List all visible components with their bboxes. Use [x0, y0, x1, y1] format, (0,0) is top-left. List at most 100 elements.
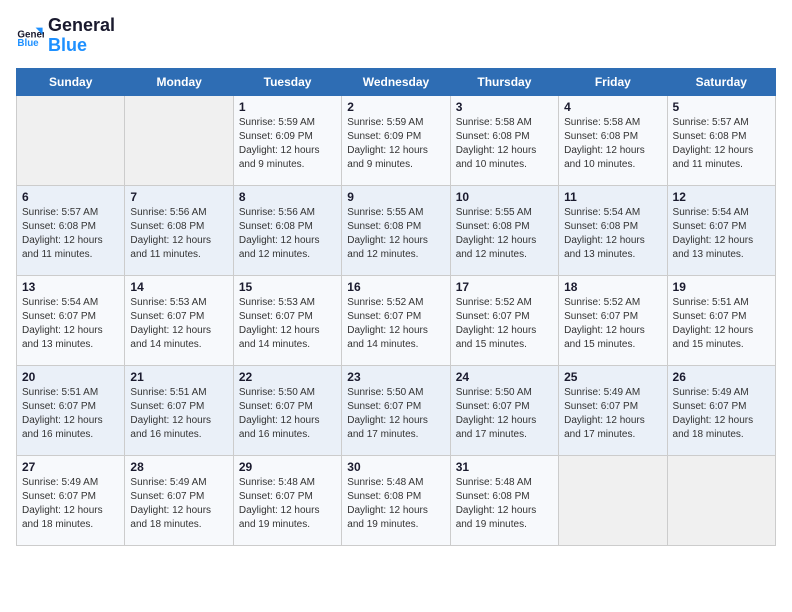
day-number: 15 [239, 280, 336, 294]
day-info: Sunrise: 5:52 AM Sunset: 6:07 PM Dayligh… [564, 296, 661, 352]
day-number: 21 [130, 370, 227, 384]
day-number: 24 [456, 370, 553, 384]
day-info: Sunrise: 5:50 AM Sunset: 6:07 PM Dayligh… [347, 386, 444, 442]
logo-text: General Blue [48, 16, 115, 56]
day-info: Sunrise: 5:51 AM Sunset: 6:07 PM Dayligh… [673, 296, 770, 352]
day-number: 1 [239, 100, 336, 114]
day-number: 14 [130, 280, 227, 294]
day-info: Sunrise: 5:48 AM Sunset: 6:08 PM Dayligh… [347, 476, 444, 532]
day-info: Sunrise: 5:49 AM Sunset: 6:07 PM Dayligh… [673, 386, 770, 442]
calendar-cell: 10 Sunrise: 5:55 AM Sunset: 6:08 PM Dayli… [450, 185, 558, 275]
calendar-cell: 8Sunrise: 5:56 AM Sunset: 6:08 PM Daylig… [233, 185, 341, 275]
day-number: 3 [456, 100, 553, 114]
day-number: 23 [347, 370, 444, 384]
calendar-cell: 9Sunrise: 5:55 AM Sunset: 6:08 PM Daylig… [342, 185, 450, 275]
calendar-week: 20Sunrise: 5:51 AM Sunset: 6:07 PM Dayli… [17, 365, 776, 455]
day-info: Sunrise: 5:51 AM Sunset: 6:07 PM Dayligh… [22, 386, 119, 442]
calendar-cell: 11Sunrise: 5:54 AM Sunset: 6:08 PM Dayli… [559, 185, 667, 275]
calendar-cell: 17 Sunrise: 5:52 AM Sunset: 6:07 PM Dayli… [450, 275, 558, 365]
day-info: Sunrise: 5:57 AM Sunset: 6:08 PM Dayligh… [22, 206, 119, 262]
day-info: Sunrise: 5:56 AM Sunset: 6:08 PM Dayligh… [130, 206, 227, 262]
logo: General Blue General Blue [16, 16, 115, 56]
calendar-cell: 6 Sunrise: 5:57 AM Sunset: 6:08 PM Daylig… [17, 185, 125, 275]
day-info: Sunrise: 5:50 AM Sunset: 6:07 PM Dayligh… [239, 386, 336, 442]
calendar-cell: 20Sunrise: 5:51 AM Sunset: 6:07 PM Dayli… [17, 365, 125, 455]
day-info: Sunrise: 5:49 AM Sunset: 6:07 PM Dayligh… [564, 386, 661, 442]
day-number: 6 [22, 190, 119, 204]
calendar-cell [125, 95, 233, 185]
day-info: Sunrise: 5:55 AM Sunset: 6:08 PM Dayligh… [456, 206, 553, 262]
calendar-cell [17, 95, 125, 185]
day-info: Sunrise: 5:58 AM Sunset: 6:08 PM Dayligh… [456, 116, 553, 172]
day-info: Sunrise: 5:55 AM Sunset: 6:08 PM Dayligh… [347, 206, 444, 262]
calendar-cell: 22 Sunrise: 5:50 AM Sunset: 6:07 PM Dayli… [233, 365, 341, 455]
calendar-cell [667, 455, 775, 545]
day-number: 17 [456, 280, 553, 294]
calendar-cell: 4 Sunrise: 5:58 AM Sunset: 6:08 PM Daylig… [559, 95, 667, 185]
day-number: 25 [564, 370, 661, 384]
day-number: 18 [564, 280, 661, 294]
day-number: 7 [130, 190, 227, 204]
calendar-cell: 19Sunrise: 5:51 AM Sunset: 6:07 PM Dayli… [667, 275, 775, 365]
calendar-cell: 24 Sunrise: 5:50 AM Sunset: 6:07 PM Dayli… [450, 365, 558, 455]
day-info: Sunrise: 5:53 AM Sunset: 6:07 PM Dayligh… [239, 296, 336, 352]
day-info: Sunrise: 5:53 AM Sunset: 6:07 PM Dayligh… [130, 296, 227, 352]
day-info: Sunrise: 5:59 AM Sunset: 6:09 PM Dayligh… [239, 116, 336, 172]
day-info: Sunrise: 5:48 AM Sunset: 6:08 PM Dayligh… [456, 476, 553, 532]
calendar-cell: 1 Sunrise: 5:59 AM Sunset: 6:09 PM Daylig… [233, 95, 341, 185]
day-number: 22 [239, 370, 336, 384]
calendar-cell: 12Sunrise: 5:54 AM Sunset: 6:07 PM Dayli… [667, 185, 775, 275]
calendar-cell: 7 Sunrise: 5:56 AM Sunset: 6:08 PM Daylig… [125, 185, 233, 275]
day-number: 10 [456, 190, 553, 204]
day-info: Sunrise: 5:51 AM Sunset: 6:07 PM Dayligh… [130, 386, 227, 442]
calendar-cell: 13 Sunrise: 5:54 AM Sunset: 6:07 PM Dayli… [17, 275, 125, 365]
weekday-header: Thursday [450, 68, 558, 95]
calendar-cell [559, 455, 667, 545]
svg-text:Blue: Blue [17, 38, 39, 49]
calendar-cell: 31 Sunrise: 5:48 AM Sunset: 6:08 PM Dayli… [450, 455, 558, 545]
day-number: 16 [347, 280, 444, 294]
day-number: 30 [347, 460, 444, 474]
calendar-table: SundayMondayTuesdayWednesdayThursdayFrid… [16, 68, 776, 546]
day-number: 28 [130, 460, 227, 474]
day-number: 31 [456, 460, 553, 474]
day-number: 2 [347, 100, 444, 114]
logo-icon: General Blue [16, 22, 44, 50]
weekday-header: Wednesday [342, 68, 450, 95]
header: General Blue General Blue [16, 16, 776, 56]
day-number: 8 [239, 190, 336, 204]
calendar-cell: 30 Sunrise: 5:48 AM Sunset: 6:08 PM Dayli… [342, 455, 450, 545]
calendar-week: 6 Sunrise: 5:57 AM Sunset: 6:08 PM Daylig… [17, 185, 776, 275]
weekday-header: Friday [559, 68, 667, 95]
day-number: 11 [564, 190, 661, 204]
day-number: 26 [673, 370, 770, 384]
day-info: Sunrise: 5:58 AM Sunset: 6:08 PM Dayligh… [564, 116, 661, 172]
calendar-cell: 18 Sunrise: 5:52 AM Sunset: 6:07 PM Dayli… [559, 275, 667, 365]
day-info: Sunrise: 5:54 AM Sunset: 6:07 PM Dayligh… [22, 296, 119, 352]
day-number: 4 [564, 100, 661, 114]
calendar-week: 1 Sunrise: 5:59 AM Sunset: 6:09 PM Daylig… [17, 95, 776, 185]
calendar-cell: 28 Sunrise: 5:49 AM Sunset: 6:07 PM Dayli… [125, 455, 233, 545]
calendar-cell: 5 Sunrise: 5:57 AM Sunset: 6:08 PM Daylig… [667, 95, 775, 185]
day-info: Sunrise: 5:50 AM Sunset: 6:07 PM Dayligh… [456, 386, 553, 442]
weekday-header: Saturday [667, 68, 775, 95]
calendar-week: 13 Sunrise: 5:54 AM Sunset: 6:07 PM Dayli… [17, 275, 776, 365]
day-info: Sunrise: 5:57 AM Sunset: 6:08 PM Dayligh… [673, 116, 770, 172]
calendar-cell: 26 Sunrise: 5:49 AM Sunset: 6:07 PM Dayli… [667, 365, 775, 455]
day-info: Sunrise: 5:49 AM Sunset: 6:07 PM Dayligh… [130, 476, 227, 532]
calendar-cell: 29Sunrise: 5:48 AM Sunset: 6:07 PM Dayli… [233, 455, 341, 545]
calendar-cell: 16Sunrise: 5:52 AM Sunset: 6:07 PM Dayli… [342, 275, 450, 365]
day-number: 5 [673, 100, 770, 114]
day-info: Sunrise: 5:52 AM Sunset: 6:07 PM Dayligh… [456, 296, 553, 352]
calendar-cell: 23 Sunrise: 5:50 AM Sunset: 6:07 PM Dayli… [342, 365, 450, 455]
calendar-cell: 25 Sunrise: 5:49 AM Sunset: 6:07 PM Dayli… [559, 365, 667, 455]
day-number: 13 [22, 280, 119, 294]
calendar-cell: 27Sunrise: 5:49 AM Sunset: 6:07 PM Dayli… [17, 455, 125, 545]
weekday-header: Tuesday [233, 68, 341, 95]
calendar-week: 27 Sunrise: 5:49 AM Sunset: 6:07 PM Dayli… [17, 455, 776, 545]
weekday-header: Monday [125, 68, 233, 95]
weekday-header: Sunday [17, 68, 125, 95]
calendar-cell: 14 Sunrise: 5:53 AM Sunset: 6:07 PM Dayli… [125, 275, 233, 365]
day-info: Sunrise: 5:54 AM Sunset: 6:07 PM Dayligh… [673, 206, 770, 262]
day-number: 27 [22, 460, 119, 474]
